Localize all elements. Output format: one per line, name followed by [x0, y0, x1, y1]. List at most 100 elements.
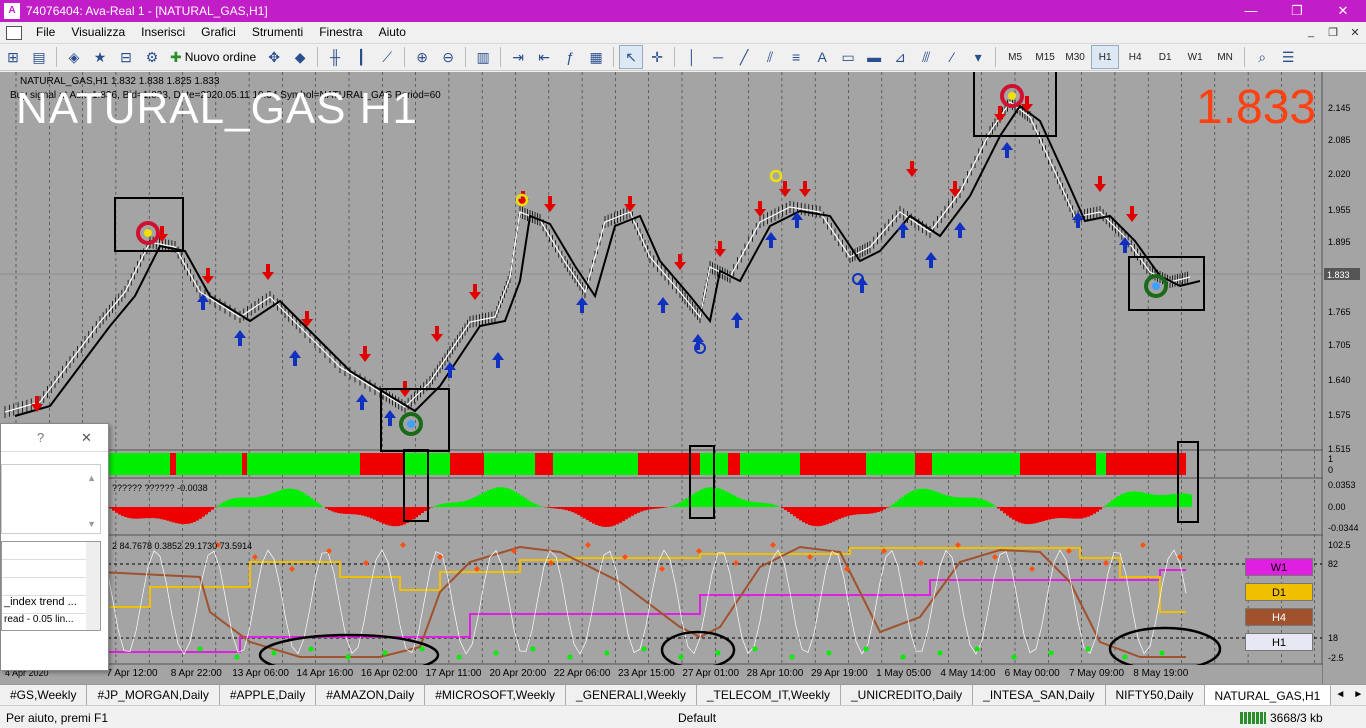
new-order-button[interactable]: ✚ Nuovo ordine — [166, 45, 260, 69]
histogram-bar — [457, 502, 460, 507]
legend-d1: D1 — [1245, 583, 1313, 601]
tab-jp-morgan[interactable]: #JP_MORGAN,Daily — [87, 685, 220, 705]
zoom-in-icon[interactable]: ⊕ — [410, 45, 434, 69]
histogram-bar — [655, 507, 658, 509]
menu-inserisci[interactable]: Inserisci — [133, 22, 193, 43]
histogram-bar — [766, 503, 769, 507]
tf-w1[interactable]: W1 — [1181, 45, 1209, 69]
chart-window[interactable]: 2.1452.0852.0201.9551.8951.8301.7651.705… — [0, 72, 1366, 684]
search-icon[interactable]: ⌕ — [1250, 45, 1274, 69]
autoscroll-icon[interactable]: ⇤ — [532, 45, 556, 69]
tab-microsoft[interactable]: #MICROSOFT,Weekly — [425, 685, 567, 705]
menu-grafici[interactable]: Grafici — [193, 22, 244, 43]
dialog-text-area[interactable]: ▲ ▼ — [1, 464, 101, 534]
histogram-bar — [418, 507, 421, 516]
tab-scroll-left-icon[interactable]: ◄ — [1331, 685, 1349, 705]
tf-m30[interactable]: M30 — [1061, 45, 1089, 69]
tab-gs[interactable]: #GS,Weekly — [0, 685, 88, 705]
tab-intesa-san[interactable]: _INTESA_SAN,Daily — [973, 685, 1106, 705]
menu-strumenti[interactable]: Strumenti — [244, 22, 311, 43]
tab-nifty50[interactable]: NIFTY50,Daily — [1106, 685, 1205, 705]
histogram-bar — [1072, 507, 1075, 519]
tab-natural-gas[interactable]: NATURAL_GAS,H1 — [1204, 685, 1332, 705]
autotrading-icon[interactable]: ◆ — [288, 45, 312, 69]
help-icon[interactable]: ? — [37, 430, 44, 445]
tf-mn[interactable]: MN — [1211, 45, 1239, 69]
scroll-down-icon[interactable]: ▼ — [87, 519, 96, 529]
text-icon[interactable]: A — [810, 45, 834, 69]
bar-chart-icon[interactable]: ╫ — [323, 45, 347, 69]
line-chart-icon[interactable]: ⟋ — [375, 45, 399, 69]
tab-telecom-it[interactable]: _TELECOM_IT,Weekly — [697, 685, 841, 705]
child-restore-button[interactable]: ❐ — [1322, 26, 1344, 39]
gann-icon[interactable]: ⊿ — [888, 45, 912, 69]
histogram-bar — [325, 507, 328, 509]
market-watch-icon[interactable]: ◈ — [62, 45, 86, 69]
zoom-out-icon[interactable]: ⊖ — [436, 45, 460, 69]
arrows-icon[interactable]: ▬ — [862, 45, 886, 69]
sell-arrow-icon — [674, 254, 686, 270]
dialog-list[interactable]: _index trend ... read - 0.05 lin... — [1, 541, 101, 631]
close-button[interactable]: ✕ — [1320, 0, 1366, 22]
histogram-bar — [595, 507, 598, 525]
shapes-icon[interactable]: ⁄ — [940, 45, 964, 69]
tf-d1[interactable]: D1 — [1151, 45, 1179, 69]
sell-arrow-icon — [779, 181, 791, 197]
histogram-bar — [1129, 491, 1132, 507]
more-tools-icon[interactable]: ▾ — [966, 45, 990, 69]
histogram-bar — [163, 507, 166, 520]
menu-visualizza[interactable]: Visualizza — [63, 22, 133, 43]
community-icon[interactable]: ☰ — [1276, 45, 1300, 69]
osc-sell-dot — [659, 566, 665, 572]
menu-aiuto[interactable]: Aiuto — [371, 22, 414, 43]
crosshair-icon[interactable]: ✛ — [645, 45, 669, 69]
histogram-bar — [343, 507, 346, 514]
hist-axis-label: -0.0344 — [1328, 523, 1359, 533]
terminal-icon[interactable]: ⊟ — [114, 45, 138, 69]
histogram-bar — [691, 494, 694, 507]
tab-unicredito[interactable]: _UNICREDITO,Daily — [841, 685, 974, 705]
channel-icon[interactable]: ⫽ — [758, 45, 782, 69]
cursor-icon[interactable]: ↖ — [619, 45, 644, 69]
child-close-button[interactable]: ✕ — [1344, 26, 1366, 39]
menu-finestra[interactable]: Finestra — [311, 22, 370, 43]
child-minimize-button[interactable]: _ — [1300, 26, 1322, 39]
andrews-icon[interactable]: ⫻ — [914, 45, 938, 69]
horizontal-line-icon[interactable]: ─ — [706, 45, 730, 69]
templates-icon[interactable]: ▦ — [584, 45, 608, 69]
chart-shift-icon[interactable]: ⇥ — [506, 45, 530, 69]
list-scrollbar[interactable] — [86, 542, 100, 630]
indicator-dialog[interactable]: ? ✕ ▲ ▼ _index trend ... read - 0.05 lin… — [0, 423, 109, 671]
bar-axis-label: 1 — [1328, 454, 1333, 464]
tile-windows-icon[interactable]: ▥ — [471, 45, 495, 69]
label-icon[interactable]: ▭ — [836, 45, 860, 69]
new-chart-icon[interactable]: ⊞ — [1, 45, 25, 69]
menu-file[interactable]: File — [28, 22, 63, 43]
histogram-bar — [589, 507, 592, 522]
tab-amazon[interactable]: #AMAZON,Daily — [316, 685, 426, 705]
histogram-bar — [1117, 495, 1120, 507]
profiles-icon[interactable]: ▤ — [27, 45, 51, 69]
tf-m5[interactable]: M5 — [1001, 45, 1029, 69]
tab-scroll-right-icon[interactable]: ► — [1349, 685, 1366, 705]
indicators-icon[interactable]: ƒ — [558, 45, 582, 69]
trend-bar-segment — [553, 453, 594, 475]
vertical-line-icon[interactable]: │ — [680, 45, 704, 69]
tester-icon[interactable]: ⚙ — [140, 45, 164, 69]
metaeditor-icon[interactable]: ✥ — [262, 45, 286, 69]
trendline-icon[interactable]: ╱ — [732, 45, 756, 69]
document-icon[interactable] — [6, 25, 22, 40]
dialog-close-icon[interactable]: ✕ — [81, 430, 92, 446]
candle-chart-icon[interactable]: ┃ — [349, 45, 373, 69]
scroll-up-icon[interactable]: ▲ — [87, 473, 96, 483]
tab-generali[interactable]: _GENERALI,Weekly — [566, 685, 697, 705]
restore-button[interactable]: ❐ — [1274, 0, 1320, 22]
fibonacci-icon[interactable]: ≡ — [784, 45, 808, 69]
tab-apple[interactable]: #APPLE,Daily — [220, 685, 317, 705]
tf-m15[interactable]: M15 — [1031, 45, 1059, 69]
minimize-button[interactable]: — — [1228, 0, 1274, 22]
tf-h1[interactable]: H1 — [1091, 45, 1120, 69]
navigator-icon[interactable]: ★ — [88, 45, 112, 69]
tf-h4[interactable]: H4 — [1121, 45, 1149, 69]
chart-canvas[interactable]: 2.1452.0852.0201.9551.8951.8301.7651.705… — [0, 72, 1366, 684]
